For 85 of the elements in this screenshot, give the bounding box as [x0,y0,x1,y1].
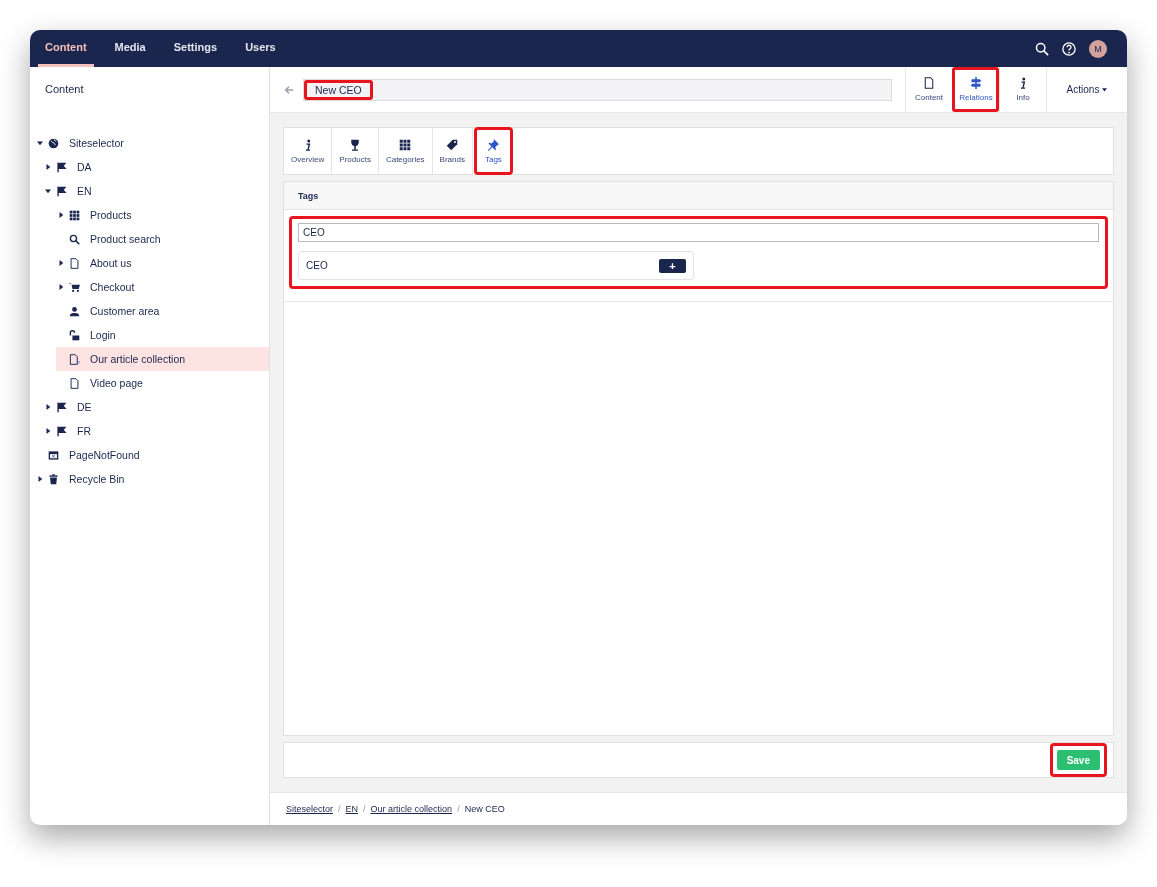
globe-icon [48,137,59,149]
tree-item-label: DE [77,401,92,413]
breadcrumb-link[interactable]: Siteselector [286,804,334,814]
suggestion-label: CEO [306,260,328,271]
signpost-icon [970,77,982,89]
user-avatar[interactable]: M [1089,39,1107,58]
tree-row[interactable]: Video page [56,371,269,395]
flag-icon [56,161,67,173]
breadcrumb-link[interactable]: EN [345,804,359,814]
tree-row[interactable]: Customer area [56,299,269,323]
caret-down-icon [1102,87,1108,92]
tree-row[interactable]: About us [56,251,269,275]
tree-item-label: Video page [90,377,143,389]
tree-item-label: Our article collection [90,353,186,365]
tree-row[interactable]: Our article collection [56,347,269,371]
tree-item-label: Product search [90,233,161,245]
grid-icon [69,209,80,221]
tree-item-label: Login [90,329,116,341]
caret-down-icon[interactable] [37,140,43,146]
relation-tab[interactable]: Tags [474,128,512,174]
breadcrumb-separator: / [338,804,341,814]
breadcrumb-current: New CEO [464,804,505,814]
page-icon [923,77,935,89]
name-value: New CEO [304,79,373,100]
tree-row[interactable]: Product search [56,227,269,251]
sidebar-title: Content [44,82,85,97]
caret-right-icon[interactable] [58,212,64,218]
tree-item-label: Customer area [90,305,160,317]
page-icon [69,257,80,269]
tree-item-label: FR [77,425,91,437]
tree-row[interactable]: Products [56,203,269,227]
section-tab[interactable]: Media [107,30,153,67]
app-tab[interactable]: Relations [952,67,999,112]
grid-icon [399,138,412,151]
tree-row[interactable]: Siteselector [30,131,269,155]
tree-item-label: DA [77,161,92,173]
back-arrow-icon[interactable] [284,84,294,95]
tree-item-label: About us [90,257,132,269]
caret-right-icon[interactable] [58,284,64,290]
panel-title: Tags [298,190,319,201]
tree-item-label: EN [77,185,92,197]
tree-row[interactable]: Checkout [56,275,269,299]
tree-item-label: Siteselector [69,137,124,149]
tree-row[interactable]: FR [43,419,269,443]
section-tab[interactable]: Settings [166,30,225,67]
tree-item-label: Checkout [90,281,135,293]
tree-item-label: PageNotFound [69,449,140,461]
caret-right-icon[interactable] [45,428,51,434]
page-icon [69,377,80,389]
tree-item-label: Recycle Bin [69,473,125,485]
search-icon[interactable] [1035,41,1049,56]
section-tab[interactable]: Content [38,30,94,67]
breadcrumb-separator: / [457,804,460,814]
tag-icon [446,138,459,151]
name-field[interactable]: New CEO [303,78,892,101]
breadcrumb-link[interactable]: Our article collection [370,804,453,814]
caret-right-icon[interactable] [45,164,51,170]
tree-row[interactable]: Recycle Bin [30,467,269,491]
section-tab[interactable]: Users [238,30,283,67]
trash-icon [48,473,59,485]
tree-row[interactable]: PageNotFound [30,443,269,467]
add-button[interactable]: + [659,258,686,273]
flag-icon [56,425,67,437]
tag-input-field[interactable]: CEO [298,223,1099,242]
tree-row[interactable]: Login [56,323,269,347]
breadcrumb-separator: / [363,804,366,814]
caret-right-icon[interactable] [45,404,51,410]
pushpin-icon [487,138,500,151]
window-icon [48,449,59,461]
tree-item-label: Products [90,209,132,221]
tree-row[interactable]: EN [43,179,269,203]
caret-right-icon[interactable] [37,476,43,482]
page-icon [69,353,80,365]
user-icon [69,305,80,317]
wine-glass-icon [349,138,362,151]
flag-icon [56,401,67,413]
cart-icon [69,281,80,293]
help-icon[interactable] [1062,41,1076,56]
flag-icon [56,185,67,197]
caret-down-icon[interactable] [45,188,51,194]
caret-right-icon[interactable] [58,260,64,266]
tree-row[interactable]: DE [43,395,269,419]
tree-row[interactable]: DA [43,155,269,179]
unlocked-padlock-icon [69,329,80,341]
search-icon [69,233,80,245]
